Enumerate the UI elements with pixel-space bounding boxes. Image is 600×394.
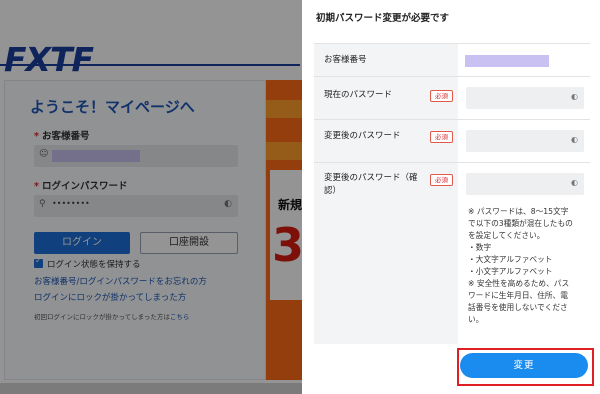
required-badge: 必須 (430, 131, 453, 143)
panel-title: 初期パスワード変更が必要です (316, 13, 450, 24)
form-row-label-cell: 変更後のパスワード（確認） 必須 (314, 163, 458, 344)
modal-overlay[interactable] (0, 0, 302, 394)
password-rules: ※ パスワードは、8〜15文字 で以下の3種類が混在したもの を設定してください… (468, 206, 586, 326)
customer-no-row-label: お客様番号 (324, 55, 367, 65)
password-rule-line: を設定してください。 (468, 231, 545, 241)
form-row-value-cell (458, 44, 590, 76)
password-rule-line: ※ パスワードは、8〜15文字 (468, 207, 569, 216)
new-password-label: 変更後のパスワード (324, 131, 401, 141)
form-row-label-cell: 現在のパスワード 必須 (314, 77, 458, 119)
eye-slash-icon[interactable]: ◐ (571, 92, 578, 101)
password-rule-line: ・数字 (468, 243, 492, 253)
eye-slash-icon[interactable]: ◐ (571, 178, 578, 187)
password-rule-line: ・大文字アルファベット (468, 255, 553, 265)
current-password-input[interactable]: ◐ (466, 87, 584, 109)
form-row-label-cell: 変更後のパスワード 必須 (314, 120, 458, 162)
form-row-value-cell: ◐ (458, 77, 590, 119)
password-rule-line: い。 (468, 315, 484, 325)
form-row-current-password: 現在のパスワード 必須 ◐ (314, 77, 590, 120)
form-row-new-password: 変更後のパスワード 必須 ◐ (314, 120, 590, 163)
password-change-panel: 初期パスワード変更が必要です お客様番号 現在のパスワード 必須 ◐ 変更後のパ… (302, 0, 600, 394)
password-rule-line: ・小文字アルファベット (468, 267, 553, 277)
password-rule-line: で以下の3種類が混在したもの (468, 219, 573, 229)
confirm-password-label: 変更後のパスワード（確認） (324, 173, 418, 197)
form-row-customer-no: お客様番号 (314, 44, 590, 77)
customer-no-value (465, 55, 549, 67)
confirm-password-input[interactable]: ◐ (466, 173, 584, 195)
password-rule-line: ※ 安全性を高めるため、パス (468, 279, 570, 289)
form-row-value-cell: ◐ (458, 120, 590, 162)
required-badge: 必須 (430, 90, 453, 102)
password-rule-line: 話番号を使用しないでくださ (468, 303, 568, 313)
required-badge: 必須 (430, 174, 453, 186)
eye-slash-icon[interactable]: ◐ (571, 135, 578, 144)
form-row-label-cell: お客様番号 (314, 44, 458, 76)
change-submit-button[interactable]: 変更 (460, 353, 588, 378)
password-rule-line: ワードに生年月日、住所、電 (468, 291, 568, 301)
new-password-input[interactable]: ◐ (466, 130, 584, 152)
current-password-label: 現在のパスワード (324, 90, 393, 100)
